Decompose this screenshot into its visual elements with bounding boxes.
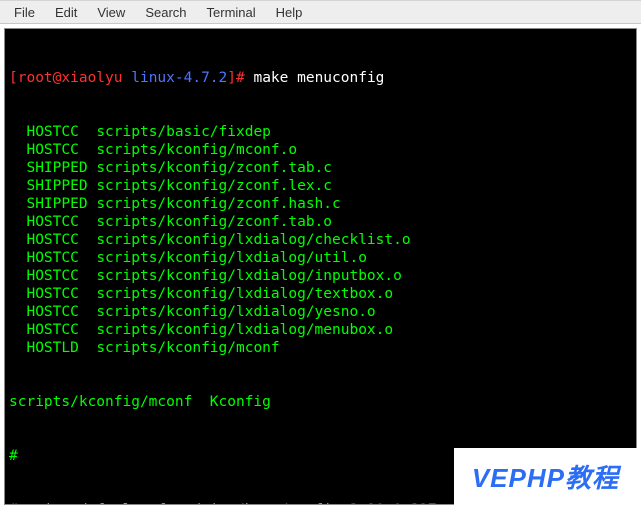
compile-tag: HOSTCC <box>9 250 96 266</box>
prompt-space <box>123 70 132 86</box>
compile-path: scripts/kconfig/zconf.tab.o <box>96 214 332 230</box>
compile-path: scripts/kconfig/lxdialog/textbox.o <box>96 286 393 302</box>
compile-path: scripts/kconfig/lxdialog/menubox.o <box>96 322 393 338</box>
compile-tag: SHIPPED <box>9 160 96 176</box>
prompt-cwd: linux-4.7.2 <box>131 70 227 86</box>
typed-command: make menuconfig <box>253 70 384 86</box>
compile-path: scripts/kconfig/lxdialog/util.o <box>96 250 367 266</box>
menu-search[interactable]: Search <box>135 3 196 22</box>
compile-line: HOSTLD scripts/kconfig/mconf <box>9 339 630 357</box>
prompt-bracket-close: ]# <box>227 70 253 86</box>
compile-tag: HOSTCC <box>9 268 96 284</box>
compile-tag: HOSTCC <box>9 322 96 338</box>
compile-path: scripts/kconfig/zconf.tab.c <box>96 160 332 176</box>
compile-path: scripts/kconfig/lxdialog/yesno.o <box>96 304 375 320</box>
compile-line: HOSTCC scripts/kconfig/lxdialog/inputbox… <box>9 267 630 285</box>
compile-path: scripts/kconfig/lxdialog/checklist.o <box>96 232 410 248</box>
compile-tag: HOSTCC <box>9 124 96 140</box>
compile-tag: HOSTCC <box>9 304 96 320</box>
compile-path: scripts/kconfig/mconf.o <box>96 142 297 158</box>
compile-tag: HOSTCC <box>9 286 96 302</box>
compile-tag: HOSTLD <box>9 340 96 356</box>
menu-edit[interactable]: Edit <box>45 3 87 22</box>
compile-tag: HOSTCC <box>9 214 96 230</box>
prompt-bracket-open: [ <box>9 70 18 86</box>
compile-tag: HOSTCC <box>9 232 96 248</box>
compile-path: scripts/kconfig/zconf.hash.c <box>96 196 340 212</box>
compile-line: HOSTCC scripts/basic/fixdep <box>9 123 630 141</box>
terminal-menubar: File Edit View Search Terminal Help <box>0 0 641 24</box>
menu-help[interactable]: Help <box>266 3 313 22</box>
compile-line: SHIPPED scripts/kconfig/zconf.hash.c <box>9 195 630 213</box>
compile-line: HOSTCC scripts/kconfig/lxdialog/yesno.o <box>9 303 630 321</box>
watermark-label: VEPHP教程 <box>454 448 637 505</box>
compile-path: scripts/kconfig/mconf <box>96 340 279 356</box>
compile-path: scripts/kconfig/zconf.lex.c <box>96 178 332 194</box>
compile-path: scripts/basic/fixdep <box>96 124 271 140</box>
compile-line: HOSTCC scripts/kconfig/mconf.o <box>9 141 630 159</box>
compile-line: SHIPPED scripts/kconfig/zconf.tab.c <box>9 159 630 177</box>
compile-tag: SHIPPED <box>9 178 96 194</box>
compile-tag: HOSTCC <box>9 142 96 158</box>
compile-line: HOSTCC scripts/kconfig/lxdialog/checklis… <box>9 231 630 249</box>
compile-line: SHIPPED scripts/kconfig/zconf.lex.c <box>9 177 630 195</box>
prompt-line-1: [root@xiaolyu linux-4.7.2]# make menucon… <box>9 69 630 87</box>
menu-view[interactable]: View <box>87 3 135 22</box>
compile-line: HOSTCC scripts/kconfig/lxdialog/textbox.… <box>9 285 630 303</box>
compile-line: HOSTCC scripts/kconfig/lxdialog/util.o <box>9 249 630 267</box>
compile-line: HOSTCC scripts/kconfig/zconf.tab.o <box>9 213 630 231</box>
menu-terminal[interactable]: Terminal <box>197 3 266 22</box>
compile-tag: SHIPPED <box>9 196 96 212</box>
compile-path: scripts/kconfig/lxdialog/inputbox.o <box>96 268 402 284</box>
prompt-user-host: root@xiaolyu <box>18 70 123 86</box>
terminal-viewport[interactable]: [root@xiaolyu linux-4.7.2]# make menucon… <box>4 28 637 505</box>
compile-line: HOSTCC scripts/kconfig/lxdialog/menubox.… <box>9 321 630 339</box>
exec-line: scripts/kconfig/mconf Kconfig <box>9 393 630 411</box>
menu-file[interactable]: File <box>4 3 45 22</box>
